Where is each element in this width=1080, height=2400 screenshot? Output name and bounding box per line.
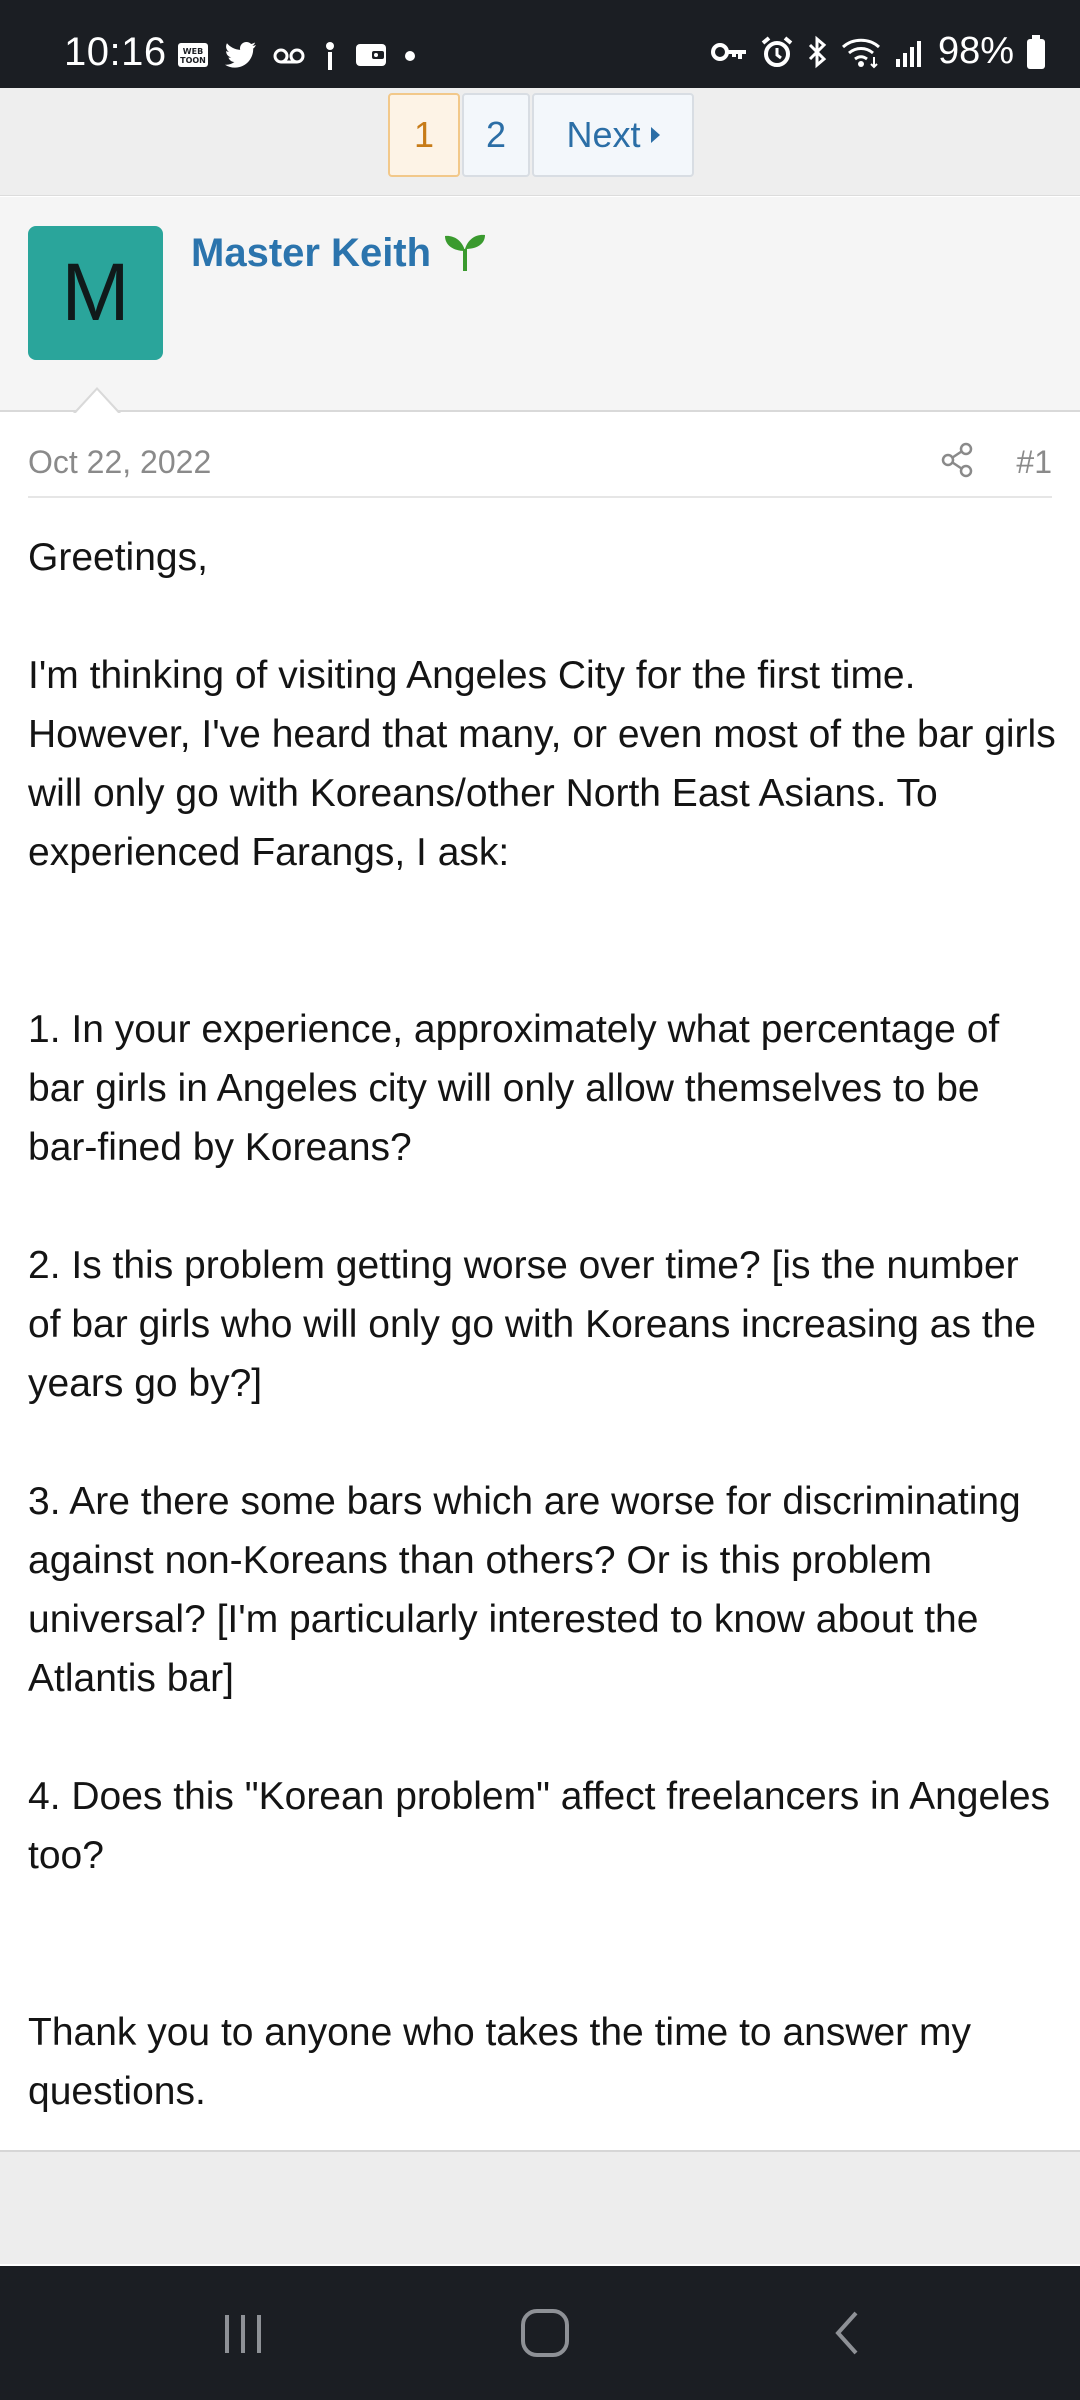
status-time: 10:16: [64, 30, 167, 74]
wifi-icon: [840, 35, 882, 69]
recent-apps-icon[interactable]: [218, 2306, 268, 2360]
post-question-1: 1. In your experience, approximately wha…: [28, 1008, 1011, 1169]
post-meta: Oct 22, 2022 #1: [28, 412, 1052, 498]
page-button-2[interactable]: 2: [462, 93, 530, 177]
avatar[interactable]: M: [28, 226, 163, 360]
home-icon[interactable]: [516, 2306, 574, 2360]
alarm-icon: [760, 35, 794, 69]
sprout-icon: [442, 231, 488, 278]
battery-icon: [1026, 34, 1046, 69]
antenna-icon: [320, 38, 340, 72]
caret-right-icon: [650, 127, 660, 143]
system-status-icons: 98%: [710, 30, 1046, 73]
pagination: 1 2 Next: [388, 93, 694, 177]
wallet-icon: [354, 38, 388, 72]
username-link[interactable]: Master Keith: [191, 231, 431, 276]
svg-text:WEB: WEB: [183, 47, 203, 56]
back-icon[interactable]: [826, 2306, 866, 2360]
post-body: Greetings, I'm thinking of visiting Ange…: [28, 528, 1058, 2121]
post-thanks: Thank you to anyone who takes the time t…: [28, 2011, 982, 2113]
share-icon[interactable]: [940, 442, 974, 483]
post-intro: I'm thinking of visiting Angeles City fo…: [28, 654, 1067, 874]
post-author-header: M Master Keith: [0, 197, 1080, 412]
post-date[interactable]: Oct 22, 2022: [28, 444, 211, 481]
post-greeting: Greetings,: [28, 536, 208, 579]
svg-text:TOON: TOON: [180, 56, 206, 65]
post-question-2: 2. Is this problem getting worse over ti…: [28, 1244, 1047, 1405]
bluetooth-icon: [806, 35, 828, 69]
voicemail-icon: [272, 38, 306, 72]
signal-icon: [894, 35, 926, 69]
vpn-key-icon: [710, 35, 748, 69]
header-arrow-inner: [75, 390, 119, 414]
status-bar: 10:16 WEB TOON 98%: [0, 0, 1080, 88]
page-button-1[interactable]: 1: [388, 93, 460, 177]
next-label: Next: [566, 114, 641, 155]
notification-icons: WEB TOON: [176, 38, 418, 72]
avatar-letter: M: [61, 247, 130, 338]
battery-percent: 98%: [937, 30, 1014, 72]
post-question-3: 3. Are there some bars which are worse f…: [28, 1480, 1032, 1700]
post-footer-area: [0, 2150, 1080, 2264]
twitter-icon: [224, 38, 258, 72]
webtoon-icon: WEB TOON: [176, 38, 210, 72]
system-nav-bar: [0, 2266, 1080, 2400]
dot-icon: [402, 38, 418, 72]
post-question-4: 4. Does this "Korean problem" affect fre…: [28, 1775, 1061, 1877]
pagination-bar: 1 2 Next: [0, 88, 1080, 196]
next-page-button[interactable]: Next: [532, 93, 694, 177]
post-number-link[interactable]: #1: [1016, 444, 1052, 481]
